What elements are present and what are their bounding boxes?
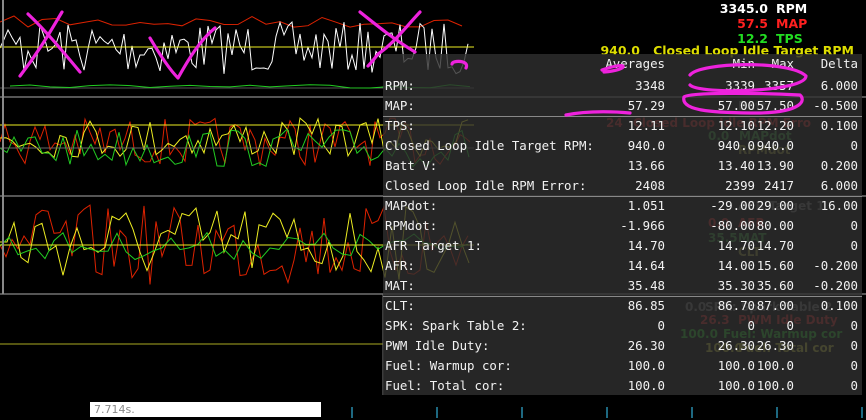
stats-label: Closed Loop Idle RPM Error:: [385, 178, 587, 193]
stats-delta: 0.100: [820, 118, 858, 133]
stats-label: TPS:: [385, 118, 415, 133]
legend-item-rpm[interactable]: 3345.0 RPM: [716, 1, 842, 16]
stats-avg: 12.11: [627, 118, 665, 133]
stats-row: CLT: 86.85 86.70 87.00 0.100: [383, 296, 862, 316]
legend-value: 57.5: [737, 16, 768, 31]
stats-delta: 0.100: [820, 298, 858, 313]
stats-delta: 0.200: [820, 158, 858, 173]
time-cursor-label[interactable]: 7.714s.: [90, 402, 321, 417]
stats-label: Closed Loop Idle Target RPM:: [385, 138, 594, 153]
stats-avg: 940.0: [627, 138, 665, 153]
stats-delta: 16.00: [820, 198, 858, 213]
stats-avg: 1.051: [627, 198, 665, 213]
header-averages: Averages: [605, 56, 665, 71]
stats-label: CLT:: [385, 298, 415, 313]
stats-avg: 86.85: [627, 298, 665, 313]
stats-delta: -0.200: [813, 278, 858, 293]
stats-label: AFR:: [385, 258, 415, 273]
stats-row: Closed Loop Idle RPM Error: 2408 2399 2417 6…: [383, 176, 862, 196]
legend-value: 3345.0: [719, 1, 768, 16]
stats-row: Fuel: Warmup cor: 100.0 100.0 100.0 0: [383, 356, 862, 376]
stats-row: PWM Idle Duty: 26.30 26.30 26.30 0: [383, 336, 862, 356]
stats-delta: 0: [850, 358, 858, 373]
stats-delta: 6.000: [820, 178, 858, 193]
stats-label: Fuel: Total cor:: [385, 378, 505, 393]
stats-label: MAT:: [385, 278, 415, 293]
stats-label: MAP:: [385, 98, 415, 113]
stats-avg: 13.66: [627, 158, 665, 173]
map-trace: [0, 15, 463, 28]
stats-label: MAPdot:: [385, 198, 438, 213]
stats-delta: -0.500: [813, 98, 858, 113]
stats-row: RPMdot: -1.966 -80.00 80.00 0: [383, 216, 862, 236]
stats-row: MAPdot: 1.051 -29.00 29.00 16.00: [383, 196, 862, 216]
stats-row: MAT: 35.48 35.30 35.60 -0.200: [383, 276, 862, 296]
stats-delta: 0: [850, 238, 858, 253]
stats-row: AFR: 14.64 14.00 15.60 -0.200: [383, 256, 862, 276]
stats-row: RPM: 3348 3339 3357 6.000: [383, 76, 862, 96]
stats-avg: -1.966: [620, 218, 665, 233]
stats-avg: 3348: [635, 78, 665, 93]
stats-avg: 0: [657, 318, 665, 333]
stats-avg: 14.64: [627, 258, 665, 273]
stats-delta: 0: [850, 218, 858, 233]
stats-delta: 0: [850, 378, 858, 393]
stats-row: SPK: Spark Table 2: 0 0 0 0: [383, 316, 862, 336]
stats-label: RPM:: [385, 78, 415, 93]
stats-delta: 0: [850, 338, 858, 353]
legend-name: RPM: [776, 1, 808, 16]
stats-delta: -0.200: [813, 258, 858, 273]
stats-label: Fuel: Warmup cor:: [385, 358, 512, 373]
stats-avg: 35.48: [627, 278, 665, 293]
legend-item-map[interactable]: 57.5 MAP: [716, 16, 842, 31]
stats-avg: 57.29: [627, 98, 665, 113]
stats-avg: 100.0: [627, 358, 665, 373]
stats-row: Fuel: Total cor: 100.0 100.0 100.0 0: [383, 376, 862, 396]
stats-avg: 26.30: [627, 338, 665, 353]
stats-label: Batt V:: [385, 158, 438, 173]
stats-label: AFR Target 1:: [385, 238, 482, 253]
stats-row: MAP: 57.29 57.00 57.50 -0.500: [383, 96, 862, 116]
legend-name: MAP: [776, 16, 808, 31]
stats-row: Batt V: 13.66 13.40 13.90 0.200: [383, 156, 862, 176]
stats-row: TPS: 12.11 12.10 12.20 0.100: [383, 116, 862, 136]
statistics-panel: Averages Min Max Delta RPM: 3348 3339 3357 6…: [383, 54, 862, 395]
stats-delta: 6.000: [820, 78, 858, 93]
stats-avg: 2408: [635, 178, 665, 193]
stats-delta: 0: [850, 318, 858, 333]
stats-header-row: Averages Min Max Delta: [383, 54, 862, 74]
stats-row: AFR Target 1: 14.70 14.70 14.70 0: [383, 236, 862, 256]
header-delta: Delta: [820, 56, 858, 71]
stats-avg: 100.0: [627, 378, 665, 393]
stats-avg: 14.70: [627, 238, 665, 253]
stats-delta: 0: [850, 138, 858, 153]
stats-label: SPK: Spark Table 2:: [385, 318, 527, 333]
stats-label: PWM Idle Duty:: [385, 338, 490, 353]
stats-row: Closed Loop Idle Target RPM: 940.0 940.0 94…: [383, 136, 862, 156]
stats-label: RPMdot:: [385, 218, 438, 233]
